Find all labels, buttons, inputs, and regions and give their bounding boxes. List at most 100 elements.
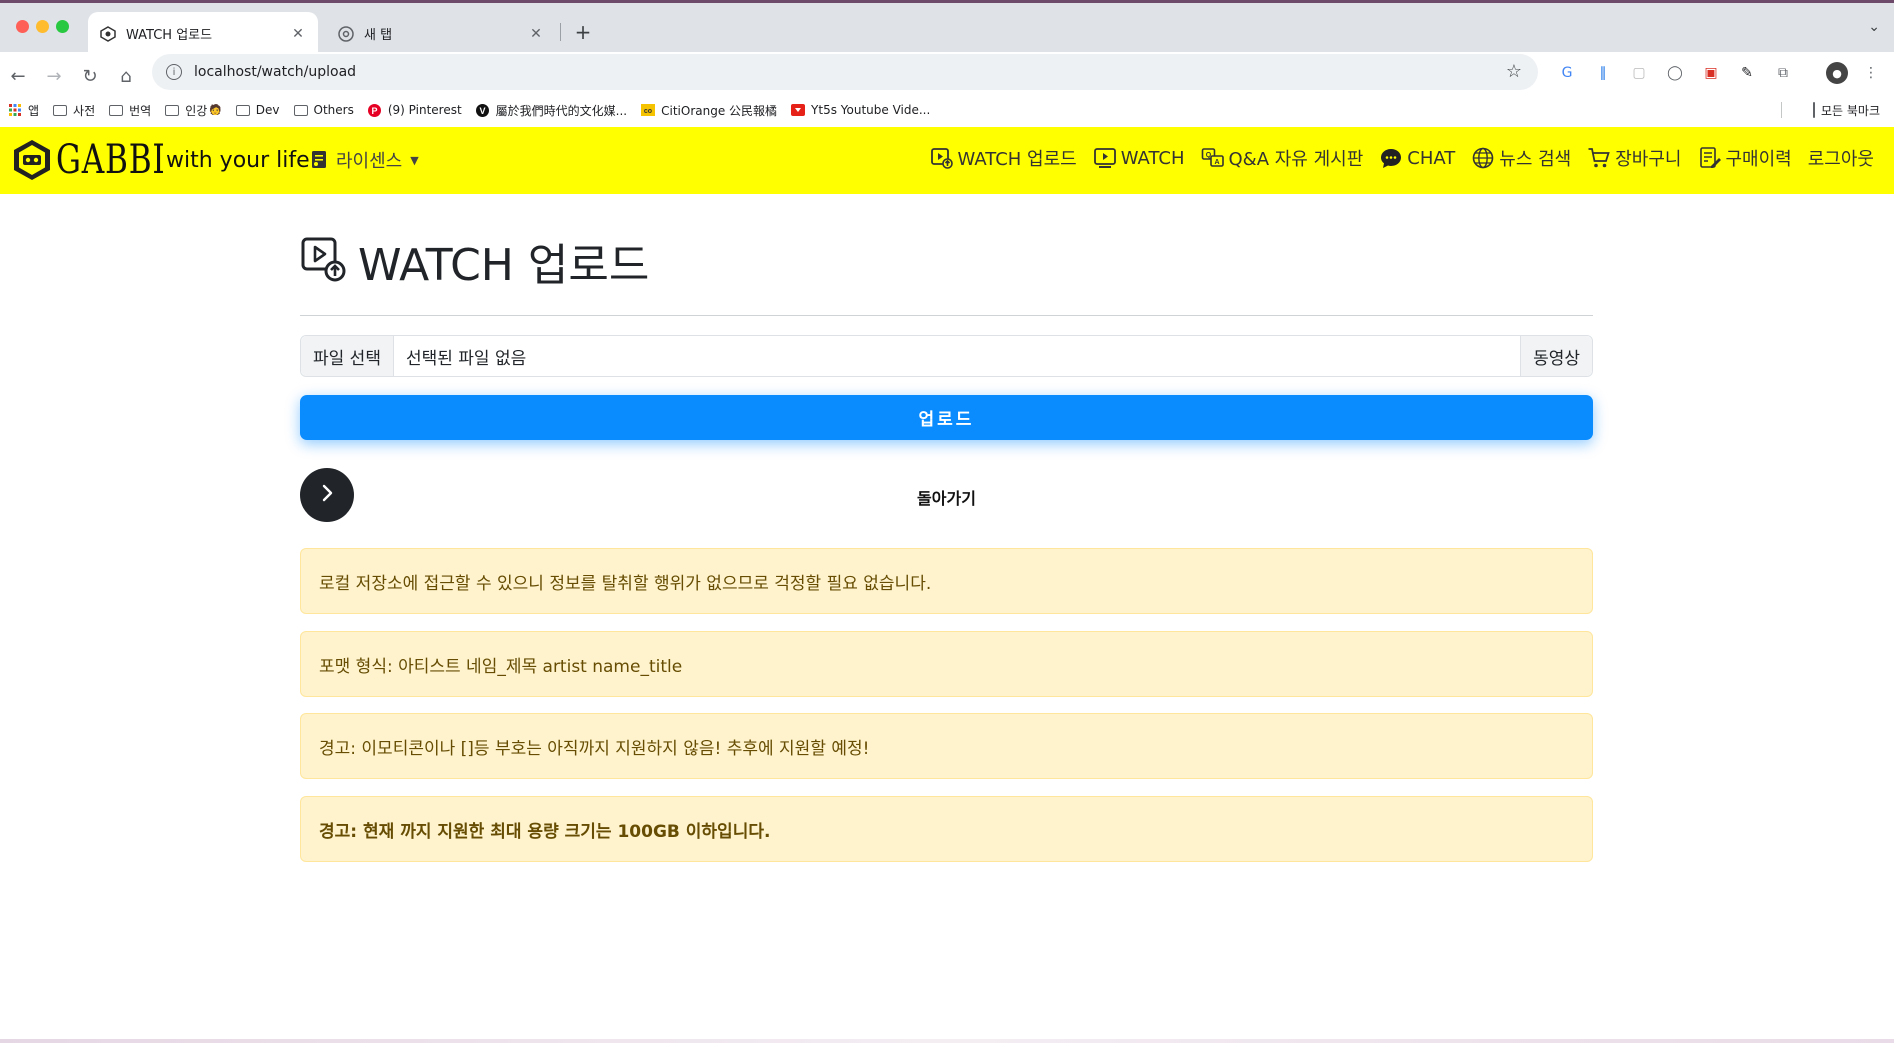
bookmark-label: 屬於我們時代的文化媒... <box>495 103 628 118</box>
address-bar[interactable]: i localhost/watch/upload ☆ <box>152 54 1538 90</box>
bookmark-star-icon[interactable]: ☆ <box>1506 61 1522 82</box>
nav-watch-upload[interactable]: WATCH 업로드 <box>930 145 1077 171</box>
nav-label: WATCH <box>1120 147 1185 169</box>
url-text: localhost/watch/upload <box>194 64 357 80</box>
forward-arrow-icon[interactable]: → <box>40 62 68 90</box>
nav-cart[interactable]: 장바구니 <box>1587 145 1682 171</box>
bookmarks-divider <box>1781 102 1782 118</box>
nav-watch[interactable]: WATCH <box>1093 146 1185 170</box>
qa-board-icon: QA <box>1201 146 1225 170</box>
minimize-window-button[interactable] <box>36 20 49 33</box>
tab-close-icon[interactable]: ✕ <box>290 26 306 42</box>
upload-page: WATCH 업로드 파일 선택 선택된 파일 없음 동영상 업로드 돌아가기 로… <box>300 230 1593 862</box>
gabbi-favicon-icon <box>100 25 116 42</box>
browser-tab-bar: WATCH 업로드 ✕ 새 탭 ✕ + ⌄ <box>0 0 1894 55</box>
license-label: 라이센스 <box>336 151 403 172</box>
bookmark-folder-lectures[interactable]: 인강 🧑 <box>165 102 222 119</box>
alert-size-warning: 경고: 현재 까지 지원한 최대 용량 크기는 100GB 이하입니다. <box>300 796 1593 862</box>
back-label[interactable]: 돌아가기 <box>300 485 1593 509</box>
nav-news-search[interactable]: 뉴스 검색 <box>1471 145 1571 171</box>
bookmark-folder-others[interactable]: Others <box>293 103 354 117</box>
page-heading: WATCH 업로드 <box>358 240 650 291</box>
nav-purchase-history[interactable]: 구매이력 <box>1698 145 1792 171</box>
nav-label: 뉴스 검색 <box>1499 149 1572 170</box>
maximize-window-button[interactable] <box>56 20 69 33</box>
apps-grid-icon <box>8 104 22 116</box>
bookmark-label: Dev <box>255 103 280 117</box>
chat-bubble-icon <box>1379 146 1403 170</box>
yt5s-icon <box>791 104 806 116</box>
gabbi-logo-icon <box>10 138 54 182</box>
bookmark-citiorange[interactable]: co CitiOrange 公民報橘 <box>641 102 777 119</box>
choose-file-button[interactable]: 파일 선택 <box>301 336 394 376</box>
folder-icon <box>53 104 68 116</box>
bookmark-label: (9) Pinterest <box>387 103 462 117</box>
nav-qa-board[interactable]: QA Q&A 자유 게시판 <box>1201 145 1363 171</box>
nav-logout[interactable]: 로그아웃 <box>1808 145 1874 171</box>
translate-extension-icon[interactable]: G <box>1556 62 1578 84</box>
bookmark-yt5s[interactable]: Yt5s Youtube Vide... <box>791 103 930 117</box>
upload-button[interactable]: 업로드 <box>300 395 1593 440</box>
back-arrow-icon[interactable]: ← <box>4 62 32 90</box>
nav-label: 장바구니 <box>1615 149 1682 170</box>
folder-icon <box>109 104 124 116</box>
license-dropdown[interactable]: 라이센스 ▼ <box>308 147 419 173</box>
bookmark-folder-dictionary[interactable]: 사전 <box>53 102 95 119</box>
extensions-puzzle-icon[interactable]: ⧉ <box>1772 62 1794 84</box>
bookmark-apps[interactable]: 앱 <box>8 102 39 119</box>
browser-toolbar: ← → ↻ ⌂ i localhost/watch/upload ☆ G ∥ ▢… <box>0 52 1894 139</box>
tab-separator <box>560 23 561 41</box>
alert-format: 포맷 형식: 아티스트 네임_제목 artist name_title <box>300 631 1593 697</box>
brand-wordmark: GABBI <box>56 137 166 183</box>
reload-icon[interactable]: ↻ <box>76 62 104 90</box>
tab-title: WATCH 업로드 <box>126 28 213 43</box>
tab-close-icon[interactable]: ✕ <box>528 26 544 42</box>
bookmark-label: 모든 북마크 <box>1820 103 1880 118</box>
cart-icon <box>1587 146 1611 170</box>
video-upload-icon <box>300 235 348 287</box>
bookmark-label: 인강 <box>185 103 208 118</box>
tab-search-chevron-icon[interactable]: ⌄ <box>1868 19 1880 35</box>
caret-down-icon: ▼ <box>410 153 419 167</box>
bookmark-label: 번역 <box>129 103 152 118</box>
video-upload-icon <box>930 146 954 170</box>
pinterest-icon: P <box>368 103 382 117</box>
video-type-label: 동영상 <box>1520 336 1592 376</box>
bottom-edge <box>0 1039 1894 1043</box>
bookmark-folder-dev[interactable]: Dev <box>235 103 280 117</box>
tab-new-tab[interactable]: 새 탭 ✕ <box>326 12 556 55</box>
nav-label: WATCH 업로드 <box>957 149 1077 170</box>
brand-logo-link[interactable]: GABBI with your life <box>10 137 310 183</box>
bookmark-pinterest[interactable]: P (9) Pinterest <box>368 103 462 117</box>
nav-label: 구매이력 <box>1725 149 1792 170</box>
circle-extension-icon[interactable]: ◯ <box>1664 62 1686 84</box>
bookmark-culture-media[interactable]: V 屬於我們時代的文化媒... <box>476 102 627 119</box>
all-bookmarks-button[interactable]: 모든 북마크 <box>1812 95 1880 125</box>
back-button[interactable] <box>300 468 354 522</box>
title-divider <box>300 315 1593 316</box>
license-document-icon <box>308 148 332 172</box>
lecture-emoji-icon: 🧑 <box>209 104 222 116</box>
home-icon[interactable]: ⌂ <box>112 62 140 90</box>
profile-avatar[interactable]: ● <box>1826 62 1848 84</box>
folder-icon <box>293 104 308 116</box>
nav-chat[interactable]: CHAT <box>1379 146 1455 170</box>
chevron-right-icon <box>317 483 337 507</box>
alert-local-storage: 로컬 저장소에 접근할 수 있으니 정보를 탈취할 행위가 없으므로 걱정할 필… <box>300 548 1593 614</box>
file-status-text[interactable]: 선택된 파일 없음 <box>394 344 1520 369</box>
tab-watch-upload[interactable]: WATCH 업로드 ✕ <box>88 12 318 55</box>
analytics-extension-icon[interactable]: ∥ <box>1592 62 1614 84</box>
bookmark-label: Others <box>313 103 354 117</box>
new-tab-button[interactable]: + <box>568 17 598 47</box>
close-window-button[interactable] <box>16 20 29 33</box>
nav-label: 로그아웃 <box>1807 149 1874 170</box>
site-info-icon[interactable]: i <box>166 64 182 80</box>
video-play-icon <box>1093 146 1117 170</box>
image-extension-icon[interactable]: ▣ <box>1700 62 1722 84</box>
chrome-menu-icon[interactable]: ⋮ <box>1860 62 1882 84</box>
eyedropper-extension-icon[interactable]: ✎ <box>1736 62 1758 84</box>
v-logo-icon: V <box>476 103 490 117</box>
blank-extension-icon[interactable]: ▢ <box>1628 62 1650 84</box>
bookmark-folder-translate[interactable]: 번역 <box>109 102 151 119</box>
bookmark-label: 앱 <box>28 103 40 118</box>
